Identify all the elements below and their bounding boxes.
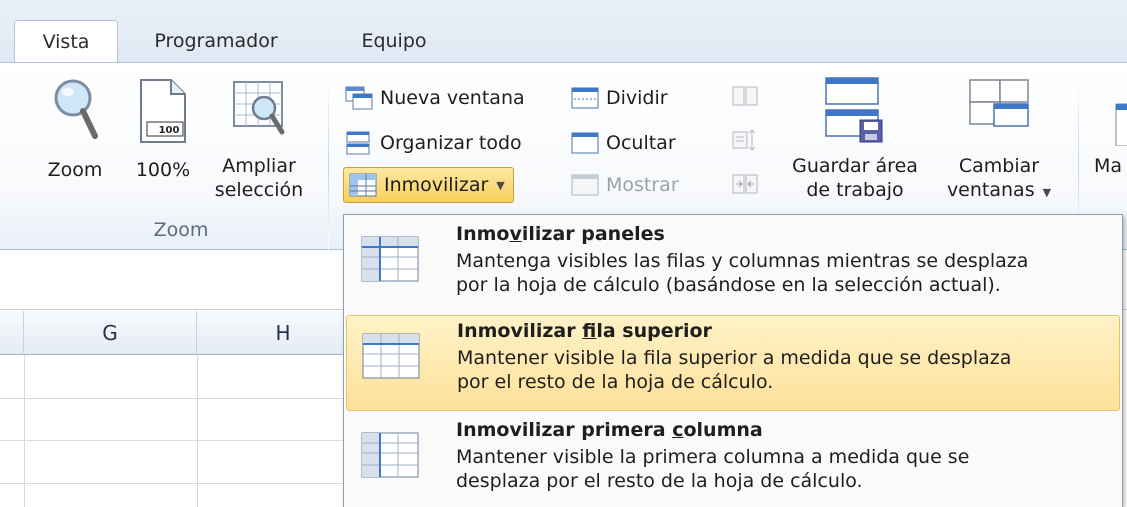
sync-scroll-icon[interactable] [732, 127, 758, 153]
grid-col-line [197, 355, 198, 507]
svg-text:100: 100 [159, 125, 180, 136]
macros-icon [1115, 103, 1127, 146]
freeze-first-column-icon [361, 432, 419, 478]
zoom-button-label: Zoom [47, 159, 103, 181]
new-window-icon [345, 86, 373, 110]
split-label: Dividir [606, 87, 668, 109]
zoom-button[interactable]: Zoom [40, 76, 110, 182]
new-window-label: Nueva ventana [380, 87, 525, 109]
menu-item-freeze-first-column[interactable]: Inmovilizar primera columna Mantener vis… [346, 415, 1120, 507]
switch-windows-button[interactable]: Cambiar ventanas ▼ [936, 76, 1062, 205]
arrange-all-button[interactable]: Organizar todo [344, 125, 522, 161]
zoom-selection-icon [233, 81, 285, 135]
macros-button[interactable]: Ma [1090, 76, 1127, 178]
unhide-button[interactable]: Mostrar [570, 167, 679, 203]
reset-position-icon[interactable] [732, 172, 758, 196]
freeze-panes-label: Inmovilizar [384, 174, 489, 196]
access-key: f [582, 320, 597, 342]
switch-windows-label-2: ventanas ▼ [936, 178, 1062, 205]
group-separator [328, 76, 329, 252]
menu-item-description: Mantener visible la primera columna a me… [456, 445, 1111, 493]
switch-windows-icon [969, 79, 1029, 127]
tab-programador[interactable]: Programador [136, 20, 296, 63]
menu-item-freeze-top-row[interactable]: Inmovilizar fila superior Mantener visib… [346, 315, 1120, 411]
grid-row-line [0, 440, 345, 441]
title-part: ilizar paneles [521, 223, 665, 245]
chevron-down-icon: ▼ [496, 178, 505, 192]
grid-col-line [24, 355, 25, 507]
description-line: desplaza por el resto de la hoja de cálc… [456, 470, 863, 492]
menu-item-description: Mantener visible la fila superior a medi… [457, 346, 1112, 394]
unhide-icon [571, 174, 599, 196]
freeze-panes-menu-icon [361, 236, 419, 282]
description-line: por la hoja de cálculo (basándose en la … [456, 274, 1001, 296]
title-part: ila superior [596, 320, 712, 342]
menu-item-description: Mantenga visibles las filas y columnas m… [456, 249, 1111, 297]
switch-windows-label-1: Cambiar [958, 155, 1040, 177]
ribbon-tab-strip: Vista Programador Equipo [0, 0, 1127, 63]
description-line: Mantener visible la fila superior a medi… [457, 347, 1012, 369]
title-part: Inmovilizar [457, 320, 583, 342]
save-workspace-button[interactable]: Guardar área de trabajo [792, 76, 918, 202]
zoom-selection-label-2: selección [214, 179, 304, 201]
zoom-group-label: Zoom [153, 219, 209, 241]
zoom-100-label: 100% [135, 159, 191, 181]
menu-item-title: Inmovilizar fila superior [457, 320, 712, 342]
tab-vista[interactable]: Vista [14, 20, 118, 63]
unhide-label: Mostrar [606, 174, 679, 196]
hide-button[interactable]: Ocultar [570, 125, 676, 161]
freeze-panes-button[interactable]: Inmovilizar ▼ [343, 167, 514, 203]
hide-label: Ocultar [606, 132, 676, 154]
title-part: Inmovilizar primera [456, 419, 673, 441]
menu-item-title: Inmovilizar primera columna [456, 419, 763, 441]
zoom-selection-label-1: Ampliar [222, 155, 296, 177]
freeze-panes-dropdown: Inmovilizar paneles Mantenga visibles la… [343, 214, 1123, 507]
column-header-stub [0, 311, 24, 355]
title-part: Inmo [456, 223, 510, 245]
description-line: Mantenga visibles las filas y columnas m… [456, 250, 1029, 272]
arrange-all-label: Organizar todo [380, 132, 522, 154]
macros-label: Ma [1094, 155, 1123, 177]
save-workspace-label-1: Guardar área [792, 155, 918, 177]
chevron-down-icon: ▼ [1042, 186, 1052, 199]
description-line: Mantener visible la primera columna a me… [456, 446, 970, 468]
save-workspace-icon [825, 77, 883, 143]
split-icon [571, 87, 599, 109]
zoom-to-selection-button[interactable]: Ampliar selección [206, 76, 312, 202]
page-100-icon: 100 [140, 79, 186, 143]
tab-equipo[interactable]: Equipo [344, 20, 444, 63]
description-line: por el resto de la hoja de cálculo. [457, 371, 774, 393]
access-key: v [509, 223, 522, 245]
switch-windows-label-text: ventanas [946, 179, 1035, 201]
freeze-top-row-icon [362, 333, 420, 379]
zoom-100-button[interactable]: 100 100% [128, 76, 198, 182]
column-header-g[interactable]: G [24, 311, 197, 355]
new-window-button[interactable]: Nueva ventana [344, 80, 525, 116]
hide-icon [571, 132, 599, 154]
split-button[interactable]: Dividir [570, 80, 668, 116]
side-by-side-icon[interactable] [732, 84, 758, 108]
grid-row-line [0, 483, 345, 484]
title-part: olumna [683, 419, 763, 441]
save-workspace-label-2: de trabajo [806, 179, 904, 201]
access-key: c [672, 419, 684, 441]
freeze-panes-icon [349, 173, 377, 197]
arrange-all-icon [346, 131, 370, 155]
menu-item-title: Inmovilizar paneles [456, 223, 665, 245]
magnifier-icon [54, 79, 98, 139]
menu-item-freeze-panes[interactable]: Inmovilizar paneles Mantenga visibles la… [346, 219, 1120, 311]
grid-row-line [0, 398, 345, 399]
